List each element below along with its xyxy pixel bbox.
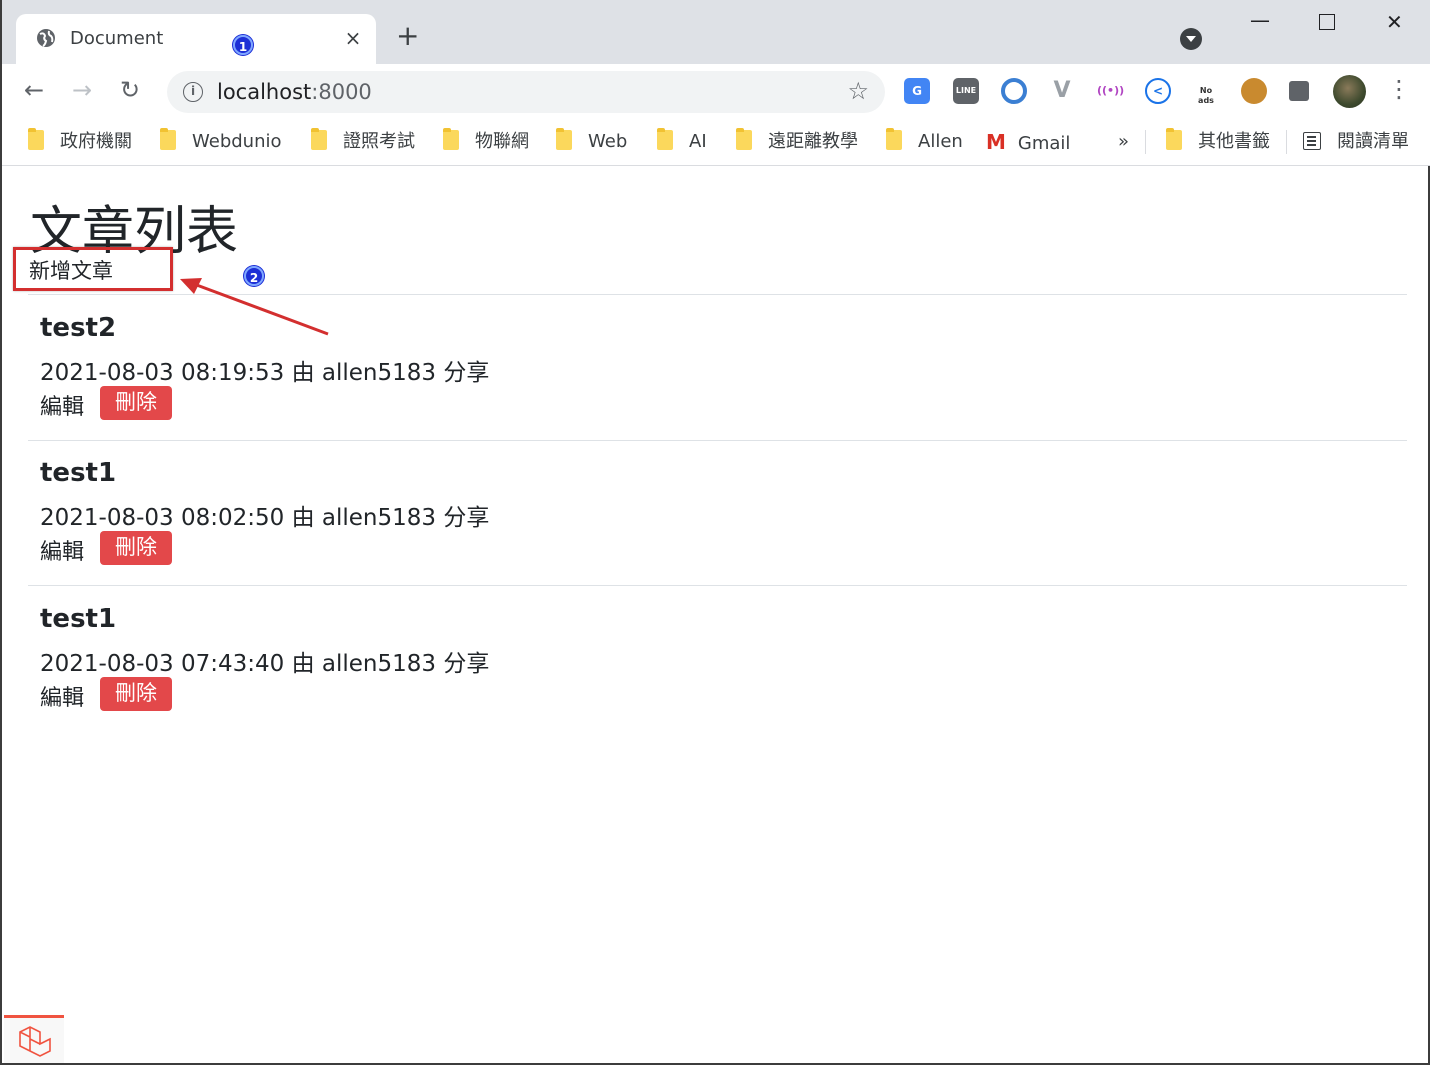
- window-close-icon[interactable]: ✕: [1386, 10, 1403, 34]
- edit-link[interactable]: 編輯: [40, 680, 84, 712]
- reading-list-label: 閱讀清單: [1337, 131, 1409, 152]
- bookmarks-overflow-icon[interactable]: »: [1118, 130, 1129, 154]
- google-translate-icon[interactable]: G: [904, 78, 930, 104]
- bookmark-folder[interactable]: Allen: [886, 128, 963, 154]
- bookmark-star-icon[interactable]: ☆: [847, 77, 869, 105]
- bookmark-folder[interactable]: 證照考試: [311, 128, 415, 154]
- no-ads-icon[interactable]: No ads: [1193, 78, 1219, 105]
- folder-icon: [28, 128, 44, 150]
- bookmark-folder[interactable]: Webdunio: [160, 128, 282, 154]
- minimize-icon[interactable]: —: [1250, 8, 1270, 32]
- bookmark-gmail[interactable]: M Gmail: [986, 130, 1070, 154]
- gmail-icon: M: [986, 130, 1006, 154]
- bookmark-other[interactable]: 其他書籤: [1166, 128, 1270, 154]
- divider: [28, 440, 1407, 441]
- bookmark-label: 物聯網: [475, 131, 529, 152]
- laravel-logo-icon: [19, 1026, 51, 1057]
- folder-icon: [443, 128, 459, 150]
- divider: [28, 585, 1407, 586]
- tab-strip: Document × + — ✕: [2, 0, 1430, 64]
- bookmark-label: AI: [689, 131, 707, 152]
- url-host: localhost: [217, 80, 312, 104]
- bookmark-folder[interactable]: 政府機關: [28, 128, 132, 154]
- delete-button[interactable]: 刪除: [100, 531, 172, 565]
- bookmark-folder[interactable]: 物聯網: [443, 128, 529, 154]
- puzzle-icon[interactable]: [1289, 81, 1309, 101]
- bookmark-label: 證照考試: [343, 131, 415, 152]
- laravel-debugbar-toggle[interactable]: [4, 1015, 64, 1063]
- circle-ext-icon[interactable]: [1001, 78, 1027, 104]
- folder-icon: [657, 128, 673, 150]
- edit-link[interactable]: 編輯: [40, 534, 84, 566]
- folder-icon: [556, 128, 572, 150]
- browser-menu-icon[interactable]: ⋮: [1387, 76, 1411, 102]
- vue-devtools-icon[interactable]: V: [1049, 78, 1075, 104]
- bookmark-folder[interactable]: Web: [556, 128, 628, 154]
- browser-window: Document × + — ✕ 1 ← → ↻ i localhost:800…: [0, 0, 1430, 1065]
- broadcast-icon[interactable]: ((•)): [1097, 78, 1124, 104]
- bookmarks-separator: [1286, 130, 1287, 154]
- bookmark-label: Gmail: [1017, 133, 1071, 154]
- address-bar[interactable]: i localhost:8000 ☆: [167, 71, 885, 113]
- tab-close-icon[interactable]: ×: [341, 26, 365, 50]
- back-icon[interactable]: ←: [24, 78, 44, 102]
- annotation-badge-2: 2: [244, 266, 264, 286]
- bookmark-label: 其他書籤: [1198, 131, 1270, 152]
- tab-search-icon[interactable]: [1180, 28, 1202, 50]
- folder-icon: [1166, 128, 1182, 150]
- folder-icon: [160, 128, 176, 150]
- globe-icon: [36, 28, 56, 48]
- url-port: :8000: [311, 80, 372, 104]
- reload-icon[interactable]: ↻: [120, 78, 140, 102]
- post-title[interactable]: test1: [40, 604, 116, 634]
- new-tab-button[interactable]: +: [396, 22, 419, 50]
- bookmarks-bar: 政府機關 Webdunio 證照考試 物聯網 Web AI 遠距離教學 Alle…: [2, 120, 1430, 166]
- bookmark-folder[interactable]: 遠距離教學: [736, 128, 858, 154]
- post-meta: 2021-08-03 08:02:50 由 allen5183 分享: [40, 505, 490, 531]
- line-icon[interactable]: LINE: [953, 78, 979, 104]
- bookmark-label: 遠距離教學: [768, 131, 858, 152]
- bookmark-label: Allen: [918, 131, 963, 152]
- bookmarks-separator: [1145, 130, 1146, 154]
- reading-list-icon: [1303, 132, 1321, 150]
- reading-list[interactable]: 閱讀清單: [1303, 130, 1409, 154]
- post-meta: 2021-08-03 07:43:40 由 allen5183 分享: [40, 651, 490, 677]
- site-info-icon[interactable]: i: [183, 82, 203, 102]
- share-icon[interactable]: <: [1145, 78, 1171, 104]
- bookmark-folder[interactable]: AI: [657, 128, 707, 154]
- edit-link[interactable]: 編輯: [40, 389, 84, 421]
- bookmark-label: 政府機關: [60, 131, 132, 152]
- cookie-icon[interactable]: [1241, 78, 1267, 104]
- tab-title: Document: [70, 28, 164, 49]
- folder-icon: [311, 128, 327, 150]
- annotation-badge-1: 1: [233, 35, 253, 55]
- profile-avatar[interactable]: [1333, 75, 1366, 108]
- post-title[interactable]: test2: [40, 313, 116, 343]
- bookmark-label: Web: [588, 131, 628, 152]
- forward-icon[interactable]: →: [72, 78, 92, 102]
- tab-document[interactable]: Document ×: [16, 14, 376, 64]
- delete-button[interactable]: 刪除: [100, 386, 172, 420]
- post-title[interactable]: test1: [40, 458, 116, 488]
- bookmark-label: Webdunio: [192, 131, 282, 152]
- folder-icon: [886, 128, 902, 150]
- browser-toolbar: ← → ↻ i localhost:8000 ☆ G LINE V ((•)) < No …: [2, 64, 1430, 120]
- url-text[interactable]: localhost:8000: [217, 80, 372, 104]
- delete-button[interactable]: 刪除: [100, 677, 172, 711]
- annotation-highlight-box: [13, 247, 173, 291]
- maximize-icon[interactable]: [1319, 14, 1335, 30]
- post-meta: 2021-08-03 08:19:53 由 allen5183 分享: [40, 360, 490, 386]
- folder-icon: [736, 128, 752, 150]
